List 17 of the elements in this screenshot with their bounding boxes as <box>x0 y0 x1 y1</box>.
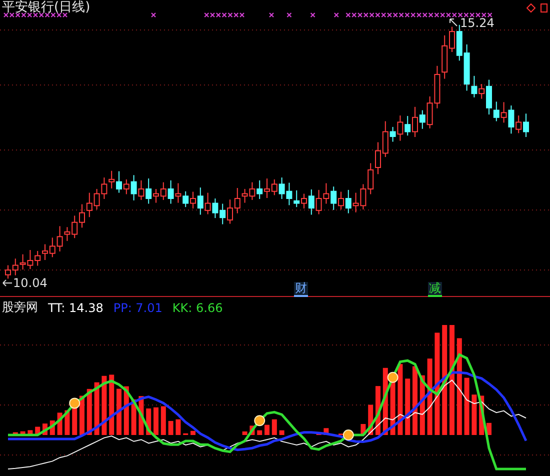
pointer-arrow-icon <box>449 18 459 28</box>
indicator-name: 股旁网 <box>2 299 38 316</box>
indicator-value: PP: 7.01 <box>113 300 162 314</box>
signal-dot <box>387 372 398 383</box>
signal-dot <box>69 398 80 409</box>
left-arrow-icon <box>2 278 12 288</box>
price-label: 10.04 <box>13 276 48 290</box>
event-tag: 减 <box>428 282 442 297</box>
indicator-value: TT: 14.38 <box>48 300 104 314</box>
chart-title: 平安银行(日线) <box>2 0 90 15</box>
price-label: 15.24 <box>460 16 494 30</box>
signal-dot <box>254 415 266 426</box>
signal-dot <box>342 430 354 440</box>
diamond-icon[interactable] <box>526 3 536 13</box>
indicator-value: KK: 6.66 <box>172 300 223 314</box>
square-icon[interactable] <box>540 3 548 13</box>
event-tag: 财 <box>294 282 308 297</box>
